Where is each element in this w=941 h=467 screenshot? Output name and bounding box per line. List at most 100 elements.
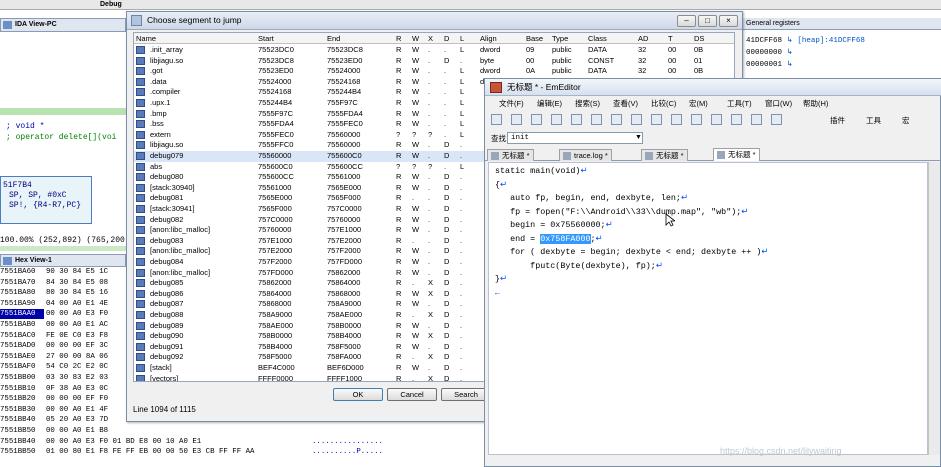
- column-header[interactable]: Type: [552, 33, 568, 44]
- column-header[interactable]: D: [444, 33, 449, 44]
- view-icon[interactable]: [771, 114, 782, 125]
- segment-cell: .: [428, 172, 431, 182]
- segment-cell: 75524000: [258, 76, 292, 86]
- segment-cell: W: [412, 341, 420, 351]
- column-header[interactable]: AD: [638, 33, 648, 44]
- column-header[interactable]: Start: [258, 33, 274, 44]
- column-header[interactable]: End: [327, 33, 340, 44]
- editor-scrollbar[interactable]: [928, 162, 940, 455]
- menu-item[interactable]: 比较(C): [651, 97, 676, 111]
- undo-icon[interactable]: [631, 114, 642, 125]
- segment-cell: 758F5000: [327, 341, 361, 351]
- selected-text[interactable]: 0x758FA000: [540, 233, 591, 244]
- save-icon[interactable]: [531, 114, 542, 125]
- segment-cell: L: [460, 66, 465, 76]
- menu-item[interactable]: 搜索(S): [575, 97, 600, 111]
- cut-icon[interactable]: [571, 114, 582, 125]
- register-row[interactable]: 41DCFF68 ↳ [heap]:41DCFF68: [746, 36, 865, 46]
- paste-icon[interactable]: [611, 114, 622, 125]
- segment-icon: [136, 141, 145, 150]
- segment-cell: debug085: [150, 278, 184, 288]
- segment-cell: W: [412, 331, 420, 341]
- menu-item[interactable]: 查看(V): [613, 97, 638, 111]
- segment-cell: .: [444, 119, 447, 129]
- find-input[interactable]: init: [507, 132, 643, 144]
- column-header[interactable]: Base: [526, 33, 543, 44]
- segment-cell: W: [412, 45, 420, 54]
- bookmark-icon[interactable]: [731, 114, 742, 125]
- hex-bytes: 00 00 A0 E1 4F: [46, 405, 109, 414]
- register-row[interactable]: 00000001 ↳: [746, 60, 793, 70]
- segment-row[interactable]: .got 75523ED0 75524000 R W.. Ldword 0A public DA…: [134, 66, 734, 77]
- segment-cell: D: [444, 373, 450, 382]
- code-line: static main(void)↵: [495, 165, 587, 179]
- segment-cell: debug089: [150, 320, 184, 330]
- menu-item[interactable]: 工具(T): [727, 97, 752, 111]
- column-header[interactable]: Class: [588, 33, 607, 44]
- code-line: }↵: [495, 273, 507, 287]
- line-end-mark: ↵: [500, 274, 508, 284]
- copy-icon[interactable]: [591, 114, 602, 125]
- menu-item[interactable]: 编辑(E): [537, 97, 562, 111]
- menu-item[interactable]: 帮助(H): [803, 97, 828, 111]
- find-next-icon[interactable]: [691, 114, 702, 125]
- ida-view-title[interactable]: IDA View-PC: [0, 18, 126, 32]
- toolbar-label[interactable]: 插件: [830, 115, 845, 126]
- code-text: static main(void): [495, 166, 581, 176]
- menu-item[interactable]: 窗口(W): [765, 97, 792, 111]
- segment-icon: [136, 226, 145, 235]
- register-row[interactable]: 00000000 ↳: [746, 48, 793, 58]
- graph-node[interactable]: 51F7B4 SP, SP, #0xC SP!, {R4-R7,PC}: [0, 176, 92, 224]
- segment-cell: 75560000: [258, 151, 292, 160]
- segment-cell: .: [460, 267, 463, 277]
- segment-cell: .: [444, 66, 447, 76]
- segment-row[interactable]: .init_array 75523DC0 75523DC8 R W.. Ldword 09 p…: [134, 45, 734, 56]
- segment-cell: X: [428, 310, 434, 319]
- minimize-icon[interactable]: –: [677, 15, 696, 27]
- close-icon[interactable]: ×: [719, 15, 738, 27]
- menu-item[interactable]: 文件(F): [499, 97, 524, 111]
- document-tab[interactable]: 无标题 *: [713, 148, 760, 161]
- dialog-titlebar[interactable]: Choose segment to jump – □ ×: [127, 12, 742, 30]
- document-tab[interactable]: trace.log *: [559, 149, 612, 161]
- toolbar-label[interactable]: 工具: [866, 115, 881, 126]
- segment-cell: D: [444, 55, 450, 65]
- redo-icon[interactable]: [651, 114, 662, 125]
- segment-cell: W: [412, 257, 420, 266]
- find-dropdown-icon[interactable]: ▼: [635, 134, 642, 141]
- column-header[interactable]: X: [428, 33, 433, 44]
- column-header[interactable]: Name: [136, 33, 156, 44]
- open-icon[interactable]: [511, 114, 522, 125]
- ok-button[interactable]: OK: [333, 388, 383, 401]
- document-tab[interactable]: 无标题 *: [487, 149, 534, 161]
- code-line: fp = fopen("F:\\Android\\33\\dump.map", …: [495, 206, 748, 220]
- segment-cell: extern: [150, 129, 171, 139]
- find-icon[interactable]: [671, 114, 682, 125]
- print-icon[interactable]: [551, 114, 562, 125]
- segment-cell: W: [412, 151, 420, 160]
- hex-view-title[interactable]: Hex View-1: [0, 254, 126, 267]
- segment-cell: X: [428, 352, 434, 362]
- column-header[interactable]: W: [412, 33, 419, 44]
- column-header[interactable]: Align: [480, 33, 497, 44]
- segment-cell: W: [412, 204, 420, 213]
- segment-cell: [stack:30941]: [150, 204, 195, 213]
- debug-tab[interactable]: Debug: [100, 1, 122, 8]
- column-header[interactable]: T: [668, 33, 673, 44]
- maximize-icon[interactable]: □: [698, 15, 717, 27]
- column-header[interactable]: L: [460, 33, 464, 44]
- emeditor-titlebar[interactable]: 无标题 * - EmEditor: [485, 79, 941, 96]
- column-header[interactable]: R: [396, 33, 401, 44]
- document-tab[interactable]: 无标题 *: [641, 149, 688, 161]
- cancel-button[interactable]: Cancel: [387, 388, 437, 401]
- toolbar-label[interactable]: 宏: [902, 115, 910, 126]
- segment-cell: .: [460, 172, 463, 182]
- segment-cell: ?: [412, 161, 417, 171]
- wrap-icon[interactable]: [751, 114, 762, 125]
- new-file-icon[interactable]: [491, 114, 502, 125]
- column-header[interactable]: DS: [694, 33, 704, 44]
- replace-icon[interactable]: [711, 114, 722, 125]
- segment-row[interactable]: libjiagu.so 75523DC8 75523ED0 R W. D. byte 00 pu…: [134, 55, 734, 67]
- menu-item[interactable]: 宏(M): [689, 97, 708, 111]
- editor-text-area[interactable]: static main(void)↵ {↵ auto fp, begin, end…: [488, 162, 928, 455]
